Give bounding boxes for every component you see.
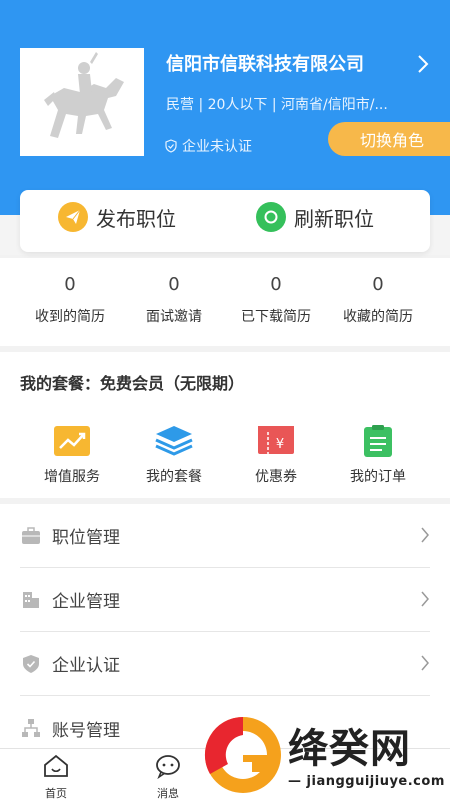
- service-label: 我的订单: [350, 469, 406, 485]
- chevron-right-icon: [421, 591, 429, 607]
- tab-label: 消息: [157, 787, 179, 800]
- horse-rider-logo-icon: [44, 52, 124, 138]
- menu-item-company-management[interactable]: 企业管理: [20, 568, 430, 632]
- package-section: 我的套餐：免费会员（无限期） 增值服务 我的套餐 ¥ 优惠券 我的订单: [0, 352, 450, 498]
- refresh-icon: [256, 202, 286, 232]
- chat-icon: [156, 755, 180, 780]
- watermark-logo: 绛癸网 — jiangguijiuye.com —: [198, 708, 450, 800]
- svg-text:¥: ¥: [276, 437, 284, 452]
- chevron-right-icon[interactable]: [416, 53, 430, 75]
- shield-check-icon: [165, 139, 177, 153]
- stat-received-resumes[interactable]: 0 收到的简历: [14, 274, 126, 326]
- menu-label: 账号管理: [52, 720, 120, 741]
- package-title: 我的套餐：免费会员（无限期）: [20, 374, 245, 393]
- stat-value: 0: [168, 274, 180, 295]
- service-value-added[interactable]: 增值服务: [22, 424, 122, 486]
- coupon-icon: ¥: [256, 424, 296, 458]
- menu-label: 企业认证: [52, 656, 120, 676]
- briefcase-icon: [22, 526, 40, 544]
- layers-icon: [154, 424, 194, 458]
- menu-item-job-management[interactable]: 职位管理: [20, 504, 430, 568]
- service-my-package[interactable]: 我的套餐: [124, 424, 224, 486]
- org-chart-icon: [22, 719, 40, 737]
- certification-label: 企业未认证: [182, 139, 252, 155]
- stat-value: 0: [64, 274, 76, 295]
- menu-item-company-certification[interactable]: 企业认证: [20, 632, 430, 696]
- stat-saved-resumes[interactable]: 0 收藏的简历: [322, 274, 434, 326]
- menu-label: 企业管理: [52, 592, 120, 612]
- trend-chart-icon: [52, 424, 92, 458]
- service-label: 增值服务: [44, 469, 100, 485]
- stat-value: 0: [372, 274, 384, 295]
- stat-label: 收藏的简历: [343, 309, 413, 325]
- chevron-right-icon: [421, 527, 429, 543]
- company-logo[interactable]: [20, 48, 144, 156]
- stat-label: 收到的简历: [35, 309, 105, 325]
- stat-label: 面试邀请: [146, 309, 202, 325]
- stat-interview-invites[interactable]: 0 面试邀请: [118, 274, 230, 326]
- refresh-job-label: 刷新职位: [294, 206, 374, 231]
- menu-label: 职位管理: [52, 528, 120, 548]
- watermark-url: — jiangguijiuye.com —: [288, 774, 450, 789]
- watermark-text: 绛癸网: [288, 726, 411, 772]
- chevron-right-icon: [421, 655, 429, 671]
- paper-plane-icon: [58, 202, 88, 232]
- publish-job-label: 发布职位: [96, 206, 176, 231]
- resume-stats: 0 收到的简历 0 面试邀请 0 已下载简历 0 收藏的简历: [0, 258, 450, 346]
- switch-role-button[interactable]: 切换角色: [328, 122, 450, 156]
- service-coupon[interactable]: ¥ 优惠券: [226, 424, 326, 486]
- tab-home[interactable]: 首页: [26, 753, 86, 800]
- service-my-orders[interactable]: 我的订单: [328, 424, 428, 486]
- clipboard-icon: [358, 424, 398, 458]
- service-label: 优惠券: [255, 469, 297, 485]
- company-name[interactable]: 信阳市信联科技有限公司: [166, 50, 364, 76]
- building-icon: [23, 591, 39, 608]
- watermark-g-icon: [204, 716, 281, 793]
- stat-downloaded-resumes[interactable]: 0 已下载简历: [220, 274, 332, 326]
- home-icon: [44, 754, 68, 777]
- publish-job-button[interactable]: 发布职位: [58, 202, 176, 232]
- shield-icon: [23, 654, 39, 673]
- stat-label: 已下载简历: [241, 309, 311, 325]
- service-label: 我的套餐: [146, 469, 202, 485]
- certification-status: 企业未认证: [164, 136, 252, 156]
- refresh-job-button[interactable]: 刷新职位: [256, 202, 374, 232]
- stat-value: 0: [270, 274, 282, 295]
- job-action-card: 发布职位 刷新职位: [20, 190, 430, 252]
- company-meta: 民营 | 20人以下 | 河南省/信阳市/...: [166, 97, 388, 113]
- tab-label: 首页: [45, 787, 67, 800]
- tab-messages[interactable]: 消息: [138, 753, 198, 800]
